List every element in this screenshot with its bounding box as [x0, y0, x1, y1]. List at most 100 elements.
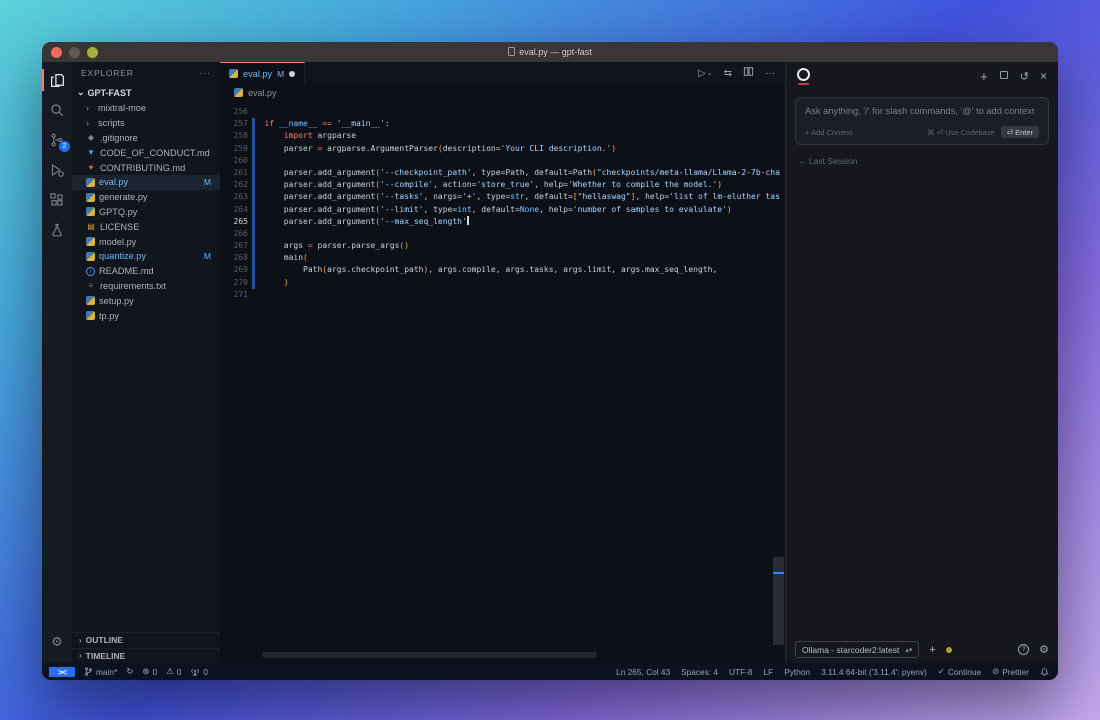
line-number[interactable]: 269	[220, 264, 248, 276]
more-actions-icon[interactable]: ···	[765, 68, 775, 79]
status-notifications[interactable]	[1040, 667, 1049, 677]
line-number[interactable]: 267	[220, 240, 248, 252]
window-titlebar[interactable]: eval.py — gpt-fast	[42, 42, 1058, 62]
code-line-262[interactable]: 262 parser.add_argument('--compile', act…	[220, 179, 785, 191]
file-item-readme-md[interactable]: iREADME.md	[72, 264, 220, 279]
file-item-eval-py[interactable]: eval.pyM	[72, 175, 220, 190]
extensions-icon[interactable]	[42, 185, 72, 215]
panel-settings-gear-icon[interactable]: ⚙	[1039, 643, 1049, 656]
chat-input[interactable]: Ask anything, '/' for slash commands, '@…	[795, 97, 1049, 145]
line-number[interactable]: 265	[220, 216, 248, 228]
code-line-257[interactable]: 257if __name__ == '__main__':	[220, 118, 785, 130]
code-line-259[interactable]: 259 parser = argparse.ArgumentParser(des…	[220, 143, 785, 155]
code-area[interactable]: 256257if __name__ == '__main__':258 impo…	[220, 101, 785, 663]
editor-vertical-scrollbar[interactable]	[773, 557, 784, 645]
file-item-tp-py[interactable]: tp.py	[72, 308, 220, 323]
status-encoding[interactable]: UTF-8	[729, 667, 753, 677]
line-number[interactable]: 264	[220, 204, 248, 216]
status-eol[interactable]: LF	[764, 667, 774, 677]
file-item-requirements-txt[interactable]: ≡requirements.txt	[72, 279, 220, 294]
add-context-button[interactable]: + Add Context	[805, 128, 852, 137]
line-number[interactable]: 259	[220, 143, 248, 155]
status-cursor-position[interactable]: Ln 265, Col 43	[616, 667, 670, 677]
sidebar-section-timeline[interactable]: ›TIMELINE	[72, 648, 220, 664]
run-debug-icon[interactable]	[42, 155, 72, 185]
run-python-file-button[interactable]: ▷⌄	[698, 68, 713, 79]
fullscreen-icon[interactable]	[999, 70, 1009, 83]
sidebar-section-outline[interactable]: ›OUTLINE	[72, 632, 220, 648]
last-session-link[interactable]: ← Last Session	[798, 156, 1046, 166]
status-branch[interactable]: main*	[84, 666, 117, 677]
code-line-264[interactable]: 264 parser.add_argument('--limit', type=…	[220, 204, 785, 216]
file-item-mixtral-moe[interactable]: ›mixtral-moe	[72, 101, 220, 116]
line-number[interactable]: 271	[220, 289, 248, 301]
section-label: OUTLINE	[86, 635, 123, 645]
status-warnings[interactable]: ⚠0	[166, 666, 181, 677]
enter-button[interactable]: ⏎ Enter	[1001, 126, 1039, 138]
status-sync[interactable]: ↻	[126, 666, 133, 677]
history-icon[interactable]: ↺	[1020, 70, 1029, 83]
new-session-icon[interactable]: +	[980, 69, 988, 84]
file-item-scripts[interactable]: ›scripts	[72, 116, 220, 131]
unsaved-dot-icon[interactable]	[289, 71, 295, 77]
file-item-contributing-md[interactable]: ♥CONTRIBUTING.md	[72, 160, 220, 175]
code-line-267[interactable]: 267 args = parser.parse_args()	[220, 240, 785, 252]
line-number[interactable]: 260	[220, 155, 248, 167]
file-label: requirements.txt	[100, 281, 166, 291]
line-number[interactable]: 256	[220, 106, 248, 118]
code-line-256[interactable]: 256	[220, 106, 785, 118]
close-panel-icon[interactable]: ×	[1040, 69, 1047, 83]
add-model-button[interactable]: +	[927, 644, 937, 656]
code-line-266[interactable]: 266	[220, 228, 785, 240]
line-number[interactable]: 263	[220, 191, 248, 203]
split-editor-icon[interactable]	[743, 66, 754, 80]
source-control-icon[interactable]: 2	[42, 125, 72, 155]
file-item-generate-py[interactable]: generate.py	[72, 190, 220, 205]
status-language-mode[interactable]: Python	[784, 667, 810, 677]
search-icon[interactable]	[42, 95, 72, 125]
file-item-setup-py[interactable]: setup.py	[72, 293, 220, 308]
breadcrumb[interactable]: eval.py	[220, 84, 785, 101]
file-item-model-py[interactable]: model.py	[72, 234, 220, 249]
file-item-quantize-py[interactable]: quantize.pyM	[72, 249, 220, 264]
testing-icon[interactable]	[42, 215, 72, 245]
settings-gear-icon[interactable]: ⚙	[42, 627, 72, 657]
python-file-icon	[86, 237, 95, 246]
help-icon[interactable]: ?	[1018, 644, 1029, 655]
code-line-269[interactable]: 269 Path(args.checkpoint_path), args.com…	[220, 264, 785, 276]
project-root-folder[interactable]: ⌄ GPT-FAST	[72, 84, 220, 101]
file-item--gitignore[interactable]: ◆.gitignore	[72, 131, 220, 146]
status-indentation[interactable]: Spaces: 4	[681, 667, 718, 677]
code-line-265[interactable]: 265 parser.add_argument('--max_seq_lengt…	[220, 216, 785, 228]
line-number[interactable]: 266	[220, 228, 248, 240]
status-errors[interactable]: ⊗0	[142, 666, 157, 677]
status-prettier-extension[interactable]: ⊘Prettier	[992, 666, 1029, 677]
tab-eval-py[interactable]: eval.py M	[220, 62, 305, 84]
line-number[interactable]: 270	[220, 277, 248, 289]
status-continue-extension[interactable]: ✓Continue	[938, 666, 981, 677]
code-line-260[interactable]: 260	[220, 155, 785, 167]
status-label: Prettier	[1002, 667, 1029, 677]
code-line-268[interactable]: 268 main(	[220, 252, 785, 264]
model-selector[interactable]: Ollama - starcoder2:latest ▴▾	[795, 641, 919, 658]
status-python-interpreter[interactable]: 3.11.4 64-bit ('3.11.4': pyenv)	[821, 667, 927, 677]
open-changes-icon[interactable]: ⇆	[724, 68, 732, 79]
editor-horizontal-scrollbar[interactable]	[262, 652, 597, 658]
code-line-263[interactable]: 263 parser.add_argument('--tasks', nargs…	[220, 191, 785, 203]
file-item-code-of-conduct-md[interactable]: ▼CODE_OF_CONDUCT.md	[72, 145, 220, 160]
code-line-261[interactable]: 261 parser.add_argument('--checkpoint_pa…	[220, 167, 785, 179]
line-number[interactable]: 257	[220, 118, 248, 130]
line-number[interactable]: 262	[220, 179, 248, 191]
file-item-license[interactable]: ▤LICENSE	[72, 219, 220, 234]
line-number[interactable]: 258	[220, 130, 248, 142]
explorer-more-actions-icon[interactable]: ···	[200, 68, 212, 78]
line-number[interactable]: 261	[220, 167, 248, 179]
line-number[interactable]: 268	[220, 252, 248, 264]
status-remote[interactable]: ><	[49, 667, 75, 677]
file-item-gptq-py[interactable]: GPTQ.py	[72, 205, 220, 220]
status-ports[interactable]: 0	[190, 667, 208, 677]
code-line-270[interactable]: 270 )	[220, 277, 785, 289]
code-line-271[interactable]: 271	[220, 289, 785, 301]
code-line-258[interactable]: 258 import argparse	[220, 130, 785, 142]
explorer-icon[interactable]	[42, 65, 72, 95]
